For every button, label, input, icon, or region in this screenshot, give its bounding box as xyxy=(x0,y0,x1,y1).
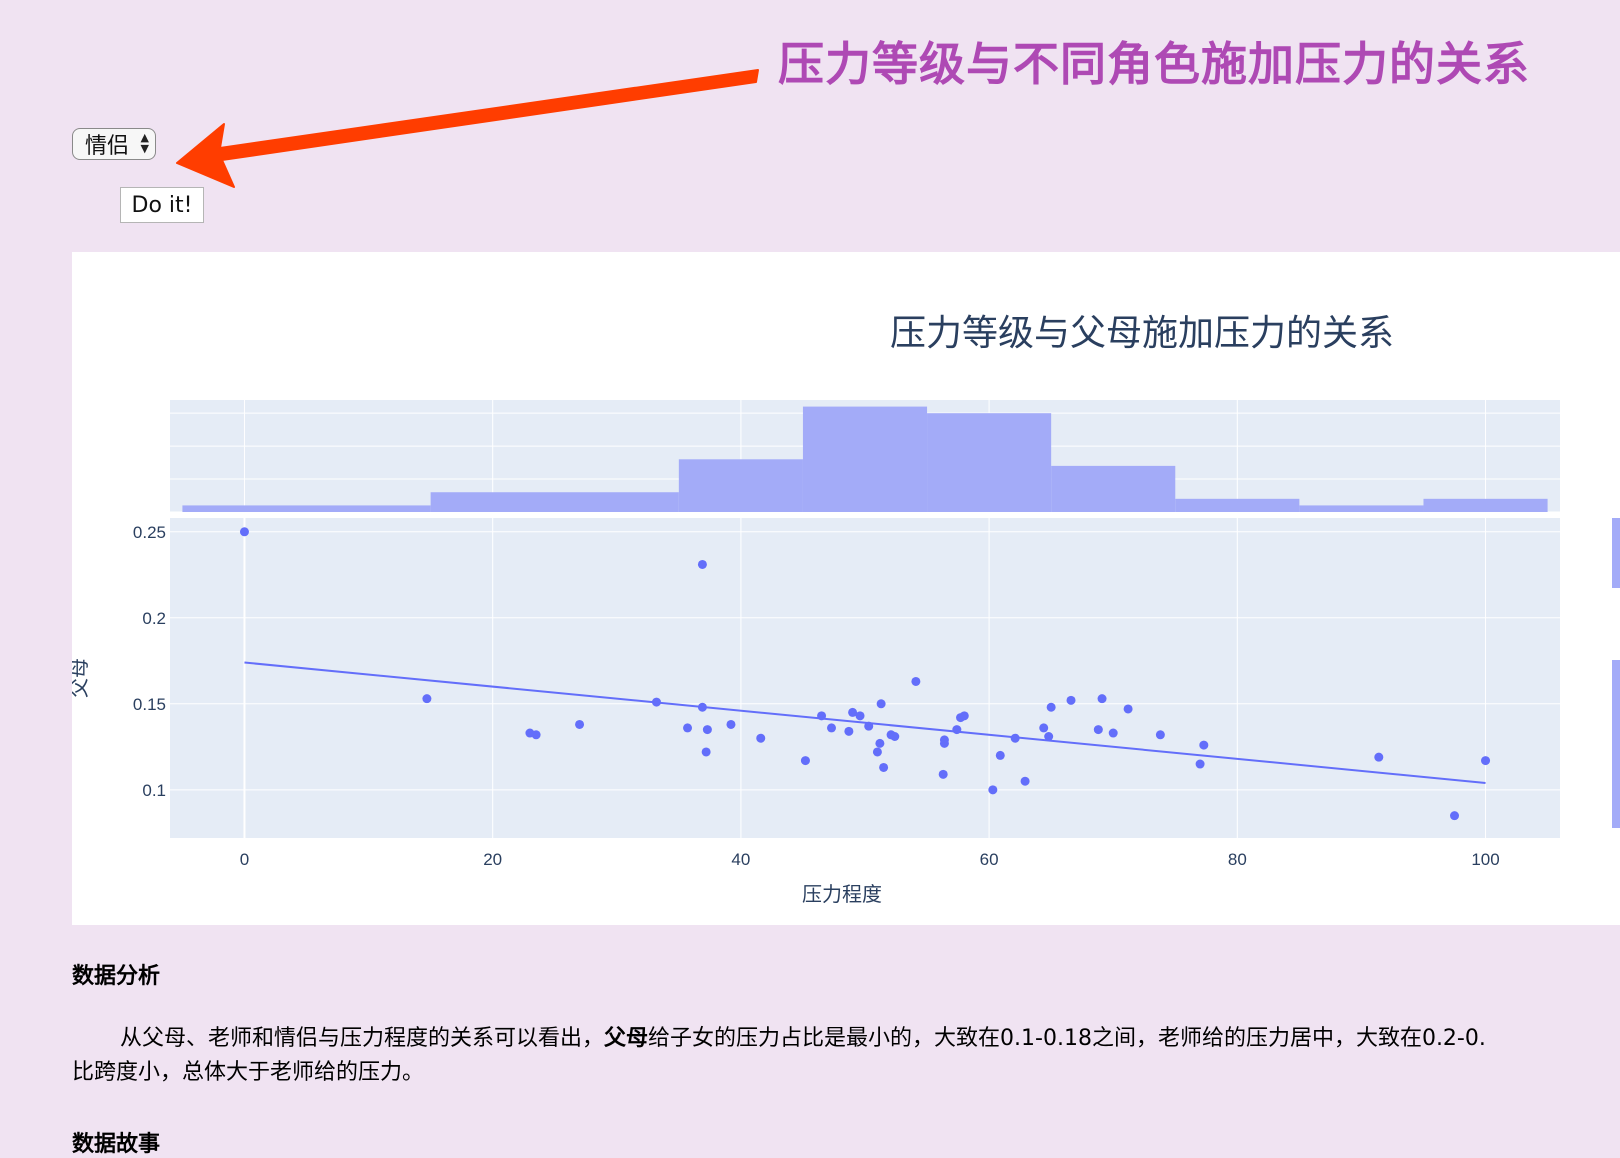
data-point xyxy=(864,721,874,731)
histogram-bar xyxy=(1175,498,1300,512)
data-point xyxy=(652,697,661,707)
data-point xyxy=(855,711,865,721)
data-point xyxy=(726,719,736,729)
arrow-shape xyxy=(176,69,759,188)
analysis-heading: 数据分析 xyxy=(72,964,161,989)
data-point xyxy=(938,769,948,779)
chart-panel: 压力等级与父母施加压力的关系 0 20 40 60 80 100 0.1 0.15 0.2 0.… xyxy=(72,252,1620,925)
x-tick-label: 80 xyxy=(1228,850,1247,869)
data-point xyxy=(995,750,1005,760)
data-point xyxy=(1450,811,1460,821)
analysis-text-line2: 比跨度小，总体大于老师给的压力。 xyxy=(72,1060,425,1085)
data-point xyxy=(1044,731,1054,741)
data-point xyxy=(879,762,889,772)
x-tick-labels: 0 20 40 60 80 100 xyxy=(240,850,1500,869)
data-point xyxy=(1155,730,1165,740)
x-tick-label: 100 xyxy=(1471,850,1499,869)
histogram-bar xyxy=(182,505,431,512)
analysis-paragraph: 从父母、老师和情侣与压力程度的关系可以看出，父母给子女的压力占比是最小的，大致在… xyxy=(72,1022,1620,1090)
role-select-value: 情侣 xyxy=(85,134,130,159)
data-point xyxy=(575,719,585,729)
data-point xyxy=(872,747,882,757)
data-point xyxy=(876,699,886,709)
y-tick-label: 0.1 xyxy=(142,781,166,800)
data-point xyxy=(1010,733,1020,743)
data-point xyxy=(817,711,827,721)
data-point xyxy=(1123,704,1133,714)
x-tick-label: 0 xyxy=(240,850,249,869)
data-point xyxy=(952,725,962,735)
histogram-bar xyxy=(1423,498,1548,512)
x-tick-label: 60 xyxy=(980,850,999,869)
data-point xyxy=(875,738,885,748)
histogram-bar xyxy=(678,459,803,512)
data-point xyxy=(1481,756,1491,766)
annotation-title: 压力等级与不同角色施加压力的关系 xyxy=(778,37,1530,91)
analysis-bold-text: 父母 xyxy=(604,1026,649,1051)
data-point xyxy=(1093,725,1103,735)
chart-title: 压力等级与父母施加压力的关系 xyxy=(890,312,1394,353)
y-tick-label: 0.25 xyxy=(133,523,166,542)
do-it-button[interactable]: Do it! xyxy=(120,187,204,223)
data-point xyxy=(239,527,249,537)
histogram-bar xyxy=(927,413,1052,512)
data-point xyxy=(683,723,693,733)
role-select[interactable]: 情侣 ▲ ▼ xyxy=(72,128,156,160)
histogram-bar xyxy=(1299,505,1424,512)
data-point xyxy=(826,723,836,733)
data-point xyxy=(1195,759,1205,769)
story-heading: 数据故事 xyxy=(72,1132,161,1157)
data-point xyxy=(1108,728,1118,738)
data-point xyxy=(702,725,712,735)
data-point xyxy=(531,730,541,740)
data-point xyxy=(697,702,707,712)
data-point xyxy=(800,756,810,766)
histogram-bar xyxy=(802,406,928,512)
data-point xyxy=(890,731,900,741)
data-point xyxy=(697,559,707,569)
data-point xyxy=(844,726,854,736)
data-point xyxy=(959,711,969,721)
data-point xyxy=(1097,694,1107,704)
histogram-bar xyxy=(1051,465,1176,512)
x-axis-label: 压力程度 xyxy=(802,883,882,906)
x-tick-label: 20 xyxy=(483,850,502,869)
data-point xyxy=(1199,740,1209,750)
analysis-text-after: 给子女的压力占比是最小的，大致在0.1-0.18之间，老师给的压力居中，大致在0… xyxy=(648,1026,1486,1051)
data-point xyxy=(1066,695,1076,705)
data-point xyxy=(1374,752,1384,762)
side-marginal-bar-top xyxy=(1612,518,1620,588)
side-marginal-bar-bottom xyxy=(1612,660,1620,828)
y-tick-label: 0.15 xyxy=(133,695,166,714)
histogram-bar xyxy=(430,492,679,512)
data-point xyxy=(701,747,711,757)
data-point xyxy=(1046,702,1056,712)
data-point xyxy=(911,676,921,686)
y-axis-label: 父母 xyxy=(72,658,91,698)
data-point xyxy=(1039,723,1049,733)
x-tick-label: 40 xyxy=(731,850,750,869)
data-point xyxy=(988,785,998,795)
analysis-text-before: 从父母、老师和情侣与压力程度的关系可以看出， xyxy=(120,1026,605,1051)
data-point xyxy=(939,738,949,748)
y-tick-label: 0.2 xyxy=(142,609,166,628)
data-point xyxy=(756,733,766,743)
data-point xyxy=(422,694,432,704)
data-point xyxy=(1020,776,1030,786)
select-arrows-icon: ▲ ▼ xyxy=(140,131,149,155)
y-tick-labels: 0.1 0.15 0.2 0.25 xyxy=(133,523,166,800)
scatter-chart: 压力等级与父母施加压力的关系 0 20 40 60 80 100 0.10.150.20.… xyxy=(72,312,1620,906)
